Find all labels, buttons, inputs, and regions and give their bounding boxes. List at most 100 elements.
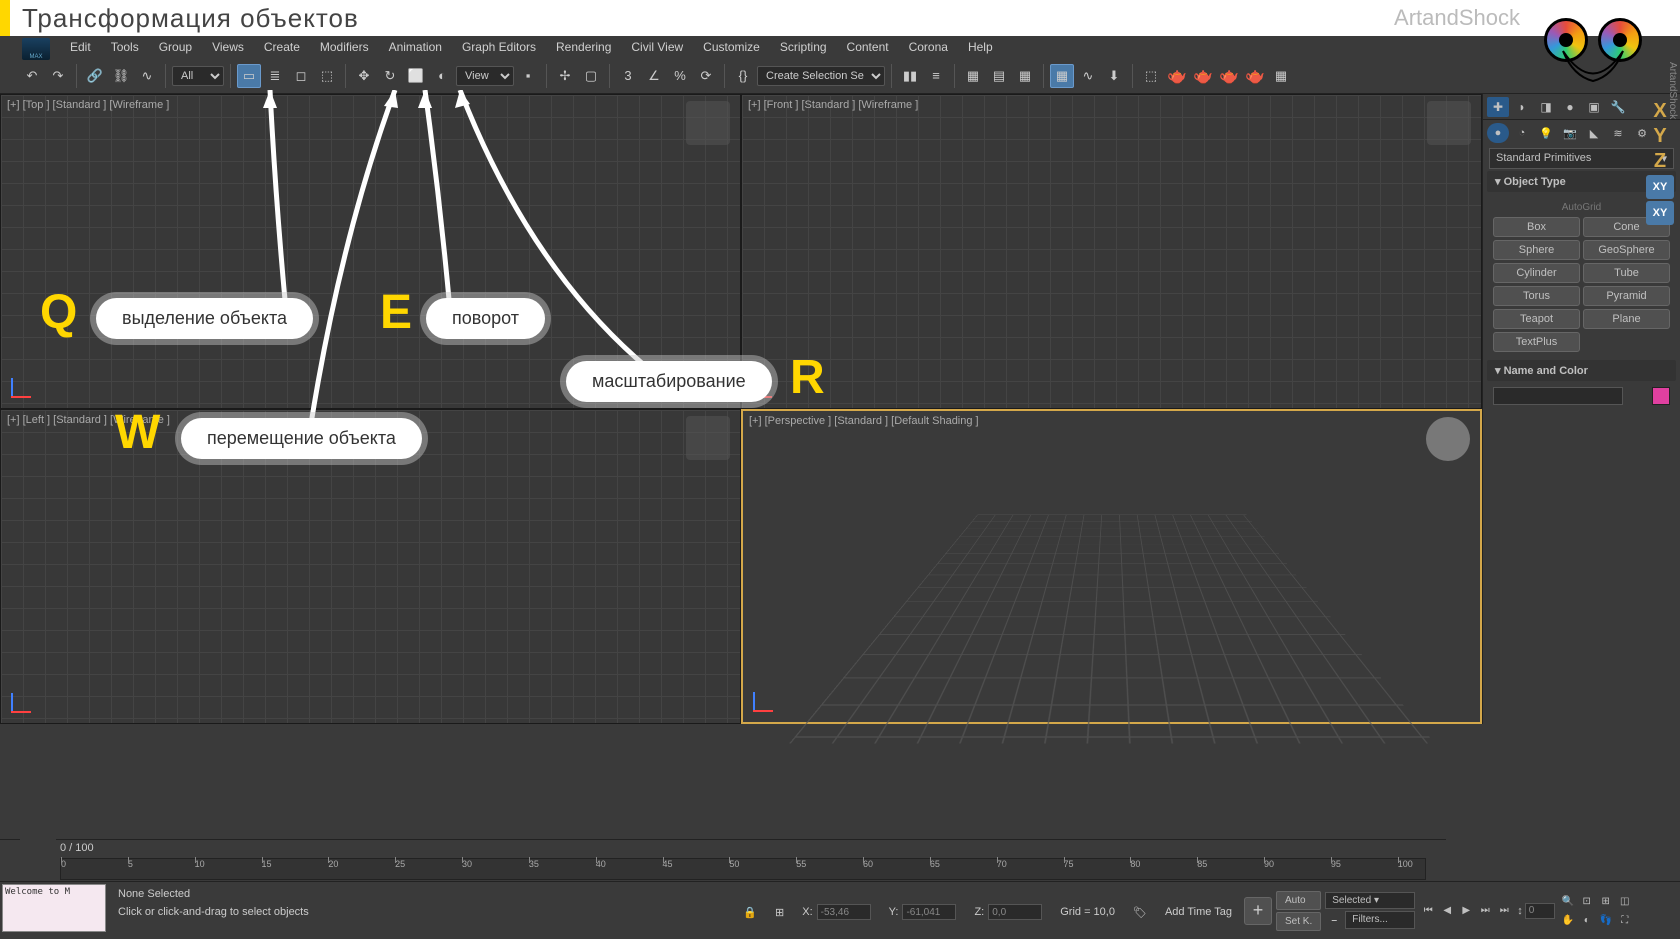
time-tag-icon[interactable]: 🏷 — [1133, 906, 1147, 919]
lock-icon[interactable]: 🔒 — [743, 906, 757, 919]
z-coord-input[interactable] — [988, 904, 1042, 920]
geometry-subtab[interactable]: ● — [1487, 123, 1509, 143]
key-filters-dropdown[interactable]: Filters... — [1345, 911, 1415, 929]
menu-edit[interactable]: Edit — [60, 40, 101, 54]
zoom-region-button[interactable]: ◫ — [1616, 892, 1634, 910]
viewport-front[interactable]: [+] [Front ] [Standard ] [Wireframe ] — [741, 94, 1482, 409]
display-tab[interactable]: ▣ — [1583, 97, 1605, 117]
zoom-button[interactable]: 🔍 — [1559, 892, 1577, 910]
select-object-button[interactable]: ▭ — [237, 64, 261, 88]
use-pivot-button[interactable]: ▪ — [516, 64, 540, 88]
sphere-button[interactable]: Sphere — [1493, 240, 1580, 260]
rotate-button[interactable]: ↻ — [378, 64, 402, 88]
utilities-tab[interactable]: 🔧 — [1607, 97, 1629, 117]
mirror-button[interactable]: ▮▮ — [898, 64, 922, 88]
play-button[interactable]: ▶ — [1457, 902, 1475, 920]
name-color-rollout[interactable]: ▾ Name and Color — [1487, 360, 1676, 381]
prev-frame-button[interactable]: ◀ — [1438, 902, 1456, 920]
maxscript-listener[interactable]: Welcome to M — [2, 884, 106, 932]
teapot-button[interactable]: Teapot — [1493, 309, 1580, 329]
edit-selection-set-button[interactable]: {} — [731, 64, 755, 88]
spinner-snap-button[interactable]: ⟳ — [694, 64, 718, 88]
cameras-subtab[interactable]: 📷 — [1559, 123, 1581, 143]
xy-plane-button2[interactable]: XY — [1646, 201, 1674, 225]
menu-content[interactable]: Content — [837, 40, 899, 54]
set-key-button[interactable]: + — [1244, 897, 1272, 925]
helpers-subtab[interactable]: ◣ — [1583, 123, 1605, 143]
toggle-ribbon-button[interactable]: ▤ — [987, 64, 1011, 88]
viewcube-icon[interactable] — [686, 101, 730, 145]
unlink-button[interactable]: ⛓ — [109, 64, 133, 88]
viewcube-icon[interactable] — [1427, 101, 1471, 145]
placement-button[interactable]: ◐ — [430, 64, 454, 88]
menu-customize[interactable]: Customize — [693, 40, 770, 54]
curve-editor-button[interactable]: ▦ — [1013, 64, 1037, 88]
shapes-subtab[interactable]: ◔ — [1511, 123, 1533, 143]
viewport-top[interactable]: [+] [Top ] [Standard ] [Wireframe ] — [0, 94, 741, 409]
viewport-perspective[interactable]: [+] [Perspective ] [Standard ] [Default … — [741, 409, 1482, 724]
angle-snap-button[interactable]: ∠ — [642, 64, 666, 88]
render-teapot4-button[interactable]: 🫖 — [1243, 64, 1267, 88]
object-color-swatch[interactable] — [1652, 387, 1670, 405]
spacewarps-subtab[interactable]: ≋ — [1607, 123, 1629, 143]
menu-animation[interactable]: Animation — [379, 40, 452, 54]
render-teapot1-button[interactable]: 🫖 — [1165, 64, 1189, 88]
render-teapot3-button[interactable]: 🫖 — [1217, 64, 1241, 88]
menu-help[interactable]: Help — [958, 40, 1003, 54]
viewcube-icon[interactable] — [686, 416, 730, 460]
zoom-extents-button[interactable]: ⊞ — [1597, 892, 1615, 910]
menu-tools[interactable]: Tools — [101, 40, 149, 54]
zoom-all-button[interactable]: ⊡ — [1578, 892, 1596, 910]
menu-rendering[interactable]: Rendering — [546, 40, 621, 54]
xy-plane-button[interactable]: XY — [1646, 175, 1674, 199]
next-frame-button[interactable]: ⏭ — [1476, 902, 1494, 920]
goto-start-button[interactable]: ⏮ — [1419, 902, 1437, 920]
viewcube-icon[interactable] — [1426, 417, 1470, 461]
x-coord-input[interactable] — [817, 904, 871, 920]
goto-end-button[interactable]: ⏭ — [1495, 902, 1513, 920]
walk-button[interactable]: 👣 — [1597, 911, 1615, 929]
render-grid-button[interactable]: ▦ — [1269, 64, 1293, 88]
box-button[interactable]: Box — [1493, 217, 1580, 237]
selection-filter[interactable]: All — [172, 66, 224, 86]
x-axis-button[interactable]: X — [1646, 100, 1674, 123]
percent-snap-button[interactable]: % — [668, 64, 692, 88]
menu-corona[interactable]: Corona — [899, 40, 958, 54]
z-axis-button[interactable]: Z — [1646, 150, 1674, 173]
layer-explorer-button[interactable]: ▦ — [961, 64, 985, 88]
current-frame-input[interactable] — [1525, 903, 1555, 919]
y-axis-button[interactable]: Y — [1646, 125, 1674, 148]
menu-modifiers[interactable]: Modifiers — [310, 40, 379, 54]
bind-button[interactable]: ∿ — [135, 64, 159, 88]
render-frame-button[interactable]: ⬚ — [1139, 64, 1163, 88]
time-slider-handle[interactable] — [20, 839, 56, 881]
selection-set-dropdown[interactable]: Create Selection Set — [757, 66, 885, 86]
move-button[interactable]: ✥ — [352, 64, 376, 88]
snap-toggle-button[interactable]: 3 — [616, 64, 640, 88]
modify-tab[interactable]: ◗ — [1511, 97, 1533, 117]
pyramid-button[interactable]: Pyramid — [1583, 286, 1670, 306]
geosphere-button[interactable]: GeoSphere — [1583, 240, 1670, 260]
select-by-name-button[interactable]: ≣ — [263, 64, 287, 88]
menu-create[interactable]: Create — [254, 40, 310, 54]
render-teapot2-button[interactable]: 🫖 — [1191, 64, 1215, 88]
torus-button[interactable]: Torus — [1493, 286, 1580, 306]
key-mode-icon[interactable]: ⎯ — [1325, 911, 1343, 929]
rect-region-button[interactable]: ◻ — [289, 64, 313, 88]
motion-tab[interactable]: ● — [1559, 97, 1581, 117]
set-key-mode-button[interactable]: Set K. — [1276, 912, 1321, 931]
menu-group[interactable]: Group — [149, 40, 202, 54]
app-icon[interactable]: MAX — [22, 38, 50, 60]
time-ruler[interactable]: 0510152025303540455055606570758085909510… — [60, 858, 1426, 880]
select-manipulate-button[interactable]: ✢ — [553, 64, 577, 88]
object-name-input[interactable] — [1493, 387, 1623, 405]
viewport-top-label[interactable]: [+] [Top ] [Standard ] [Wireframe ] — [7, 99, 169, 111]
autogrid-checkbox[interactable]: AutoGrid — [1493, 198, 1670, 217]
menu-views[interactable]: Views — [202, 40, 254, 54]
viewport-left[interactable]: [+] [Left ] [Standard ] [Wireframe ] — [0, 409, 741, 724]
pan-button[interactable]: ✋ — [1559, 911, 1577, 929]
textplus-button[interactable]: TextPlus — [1493, 332, 1580, 352]
redo-button[interactable]: ↷ — [46, 64, 70, 88]
grid-icon[interactable]: ⊞ — [775, 906, 784, 919]
menu-civilview[interactable]: Civil View — [621, 40, 693, 54]
